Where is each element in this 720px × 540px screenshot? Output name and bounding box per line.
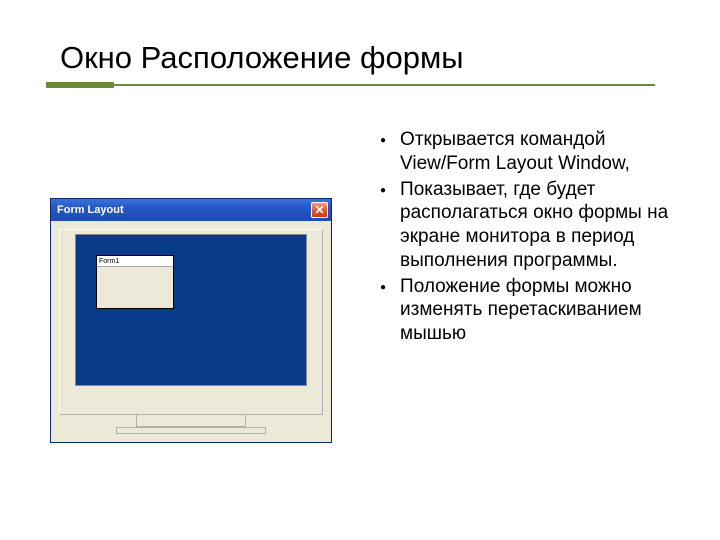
bullet-text: Показывает, где будет располагаться окно… bbox=[400, 178, 670, 273]
form-preview-title: Form1 bbox=[97, 256, 173, 267]
window-titlebar: Form Layout ✕ bbox=[51, 199, 331, 221]
list-item: ● Открывается командой View/Form Layout … bbox=[380, 128, 670, 176]
page-title: Окно Расположение формы bbox=[60, 40, 670, 76]
close-icon: ✕ bbox=[314, 204, 324, 216]
bullet-icon: ● bbox=[380, 282, 386, 293]
bullet-text: Открывается командой View/Form Layout Wi… bbox=[400, 128, 670, 176]
bullet-list: ● Открывается командой View/Form Layout … bbox=[380, 128, 670, 443]
title-underline bbox=[46, 82, 114, 88]
bullet-icon: ● bbox=[380, 185, 386, 196]
close-button[interactable]: ✕ bbox=[311, 202, 328, 218]
monitor-base bbox=[116, 427, 266, 434]
illustration-area: Form Layout ✕ Form1 bbox=[50, 128, 350, 443]
form-preview[interactable]: Form1 bbox=[96, 255, 174, 309]
monitor-screen: Form1 bbox=[75, 234, 307, 386]
monitor-stand bbox=[136, 415, 246, 427]
list-item: ● Показывает, где будет располагаться ок… bbox=[380, 178, 670, 273]
bullet-text: Положение формы можно изменять перетаски… bbox=[400, 275, 670, 346]
bullet-icon: ● bbox=[380, 135, 386, 146]
form-layout-window: Form Layout ✕ Form1 bbox=[50, 198, 332, 443]
monitor-frame: Form1 bbox=[59, 229, 323, 415]
list-item: ● Положение формы можно изменять перетас… bbox=[380, 275, 670, 346]
window-title: Form Layout bbox=[57, 204, 124, 216]
window-body: Form1 bbox=[51, 221, 331, 442]
